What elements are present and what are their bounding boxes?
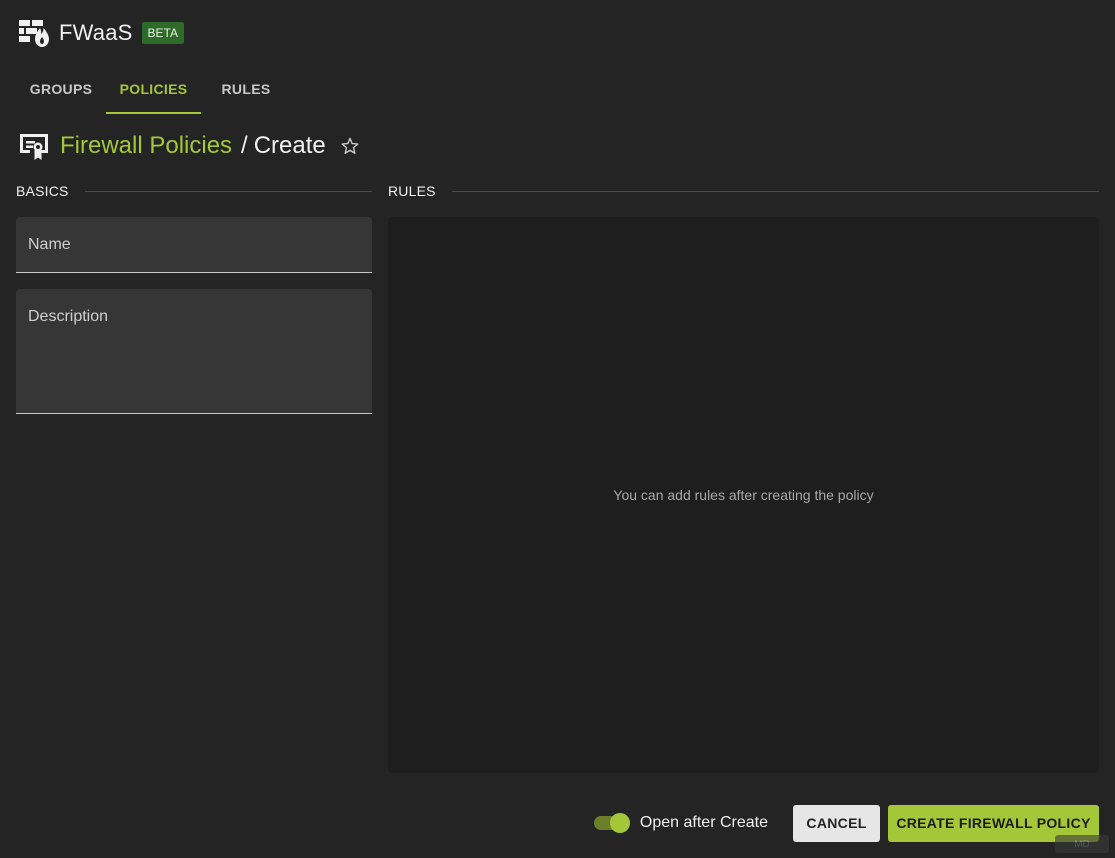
tab-policies[interactable]: POLICIES <box>106 66 201 114</box>
basics-divider <box>84 190 372 192</box>
basics-section-label: BASICS <box>16 183 69 199</box>
rules-divider <box>451 190 1099 192</box>
description-textarea[interactable] <box>16 289 372 413</box>
breadcrumb-firewall-policies-link[interactable]: Firewall Policies <box>60 132 232 160</box>
star-outline-icon[interactable] <box>340 136 360 156</box>
breadcrumb-separator: / <box>241 132 248 159</box>
breadcrumb-current: Create <box>253 132 326 159</box>
tab-bar: GROUPS POLICIES RULES <box>16 66 291 114</box>
rules-empty-message: You can add rules after creating the pol… <box>613 487 874 503</box>
page-title: Firewall Policies / Create <box>18 131 360 161</box>
tab-rules[interactable]: RULES <box>201 66 291 114</box>
toggle-thumb <box>609 813 630 833</box>
policy-certificate-icon <box>20 134 48 160</box>
tab-groups[interactable]: GROUPS <box>16 66 106 114</box>
open-after-create-label: Open after Create <box>639 814 768 831</box>
rules-section-label: RULES <box>388 183 436 199</box>
open-after-create-toggle[interactable] <box>593 812 631 834</box>
rules-panel: You can add rules after creating the pol… <box>388 217 1099 773</box>
md-badge: MD <box>1055 835 1109 853</box>
cancel-button[interactable]: CANCEL <box>793 804 880 842</box>
footer-actions: Open after Create CANCEL CREATE FIREWALL… <box>593 804 1099 842</box>
name-input[interactable] <box>16 217 372 272</box>
rules-section-header: RULES <box>388 181 1099 201</box>
name-field[interactable]: Name <box>16 217 372 273</box>
app-title: FWaaS <box>59 20 133 45</box>
firewall-icon <box>19 20 49 47</box>
basics-section-header: BASICS <box>16 181 372 201</box>
description-field[interactable]: Description <box>16 289 372 414</box>
beta-badge: BETA <box>141 22 184 44</box>
app-header: FWaaS BETA <box>18 18 184 48</box>
